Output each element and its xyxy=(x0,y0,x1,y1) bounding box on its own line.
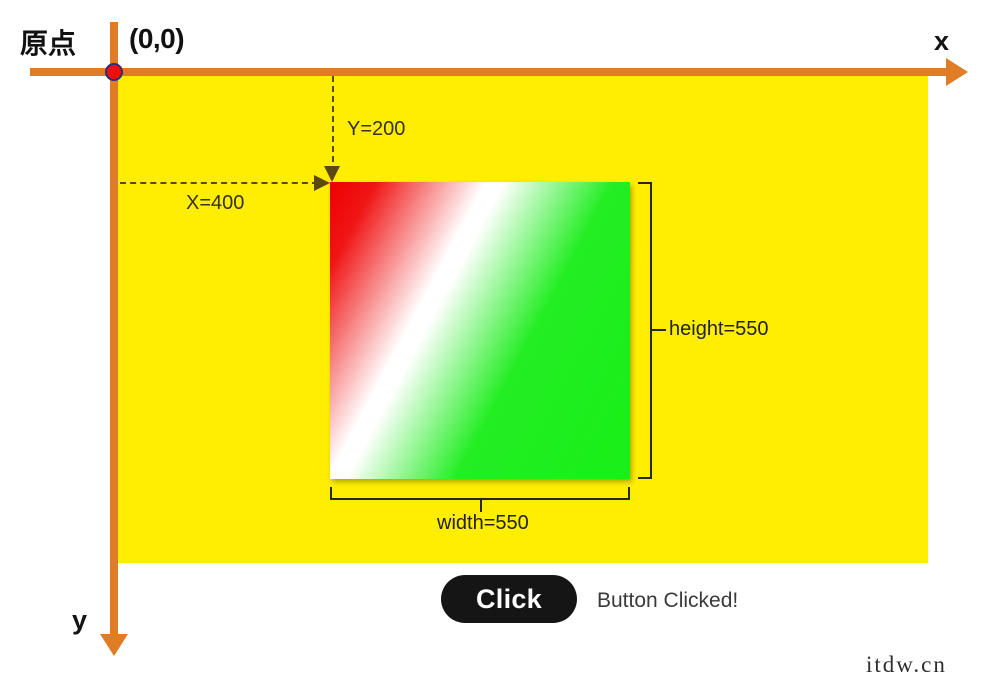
height-dimension-label: height=550 xyxy=(669,318,769,340)
width-dimension-bracket xyxy=(330,487,630,500)
width-dimension-label: width=550 xyxy=(437,512,529,534)
y-axis-line xyxy=(110,22,118,642)
x-offset-arrow-icon xyxy=(314,175,330,191)
origin-coordinate-label: (0,0) xyxy=(129,23,185,54)
y-offset-guide-line xyxy=(332,76,334,172)
height-dimension-tick xyxy=(652,329,666,331)
gradient-rectangle xyxy=(330,182,630,479)
height-dimension-bracket xyxy=(638,182,652,479)
x-axis-line xyxy=(30,68,955,76)
origin-point-marker xyxy=(105,63,123,81)
status-message: Button Clicked! xyxy=(597,589,739,612)
y-offset-label: Y=200 xyxy=(347,118,406,140)
watermark-text: itdw.cn xyxy=(866,652,947,677)
y-axis-label: y xyxy=(72,605,88,635)
canvas-diagram: x y 原点 (0,0) Y=200 X=400 height=550 widt… xyxy=(0,0,1000,678)
x-offset-label: X=400 xyxy=(186,192,245,214)
x-axis-label: x xyxy=(934,26,950,56)
y-axis-arrow-icon xyxy=(100,634,128,656)
x-axis-arrow-icon xyxy=(946,58,968,86)
width-dimension-tick xyxy=(480,500,482,512)
click-button[interactable]: Click xyxy=(441,575,577,623)
origin-label: 原点 xyxy=(20,27,77,60)
x-offset-guide-line xyxy=(120,182,318,184)
